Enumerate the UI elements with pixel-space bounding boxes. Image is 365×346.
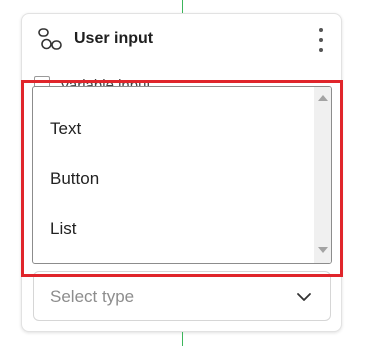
type-select[interactable]: Select type [33,271,331,321]
kebab-menu-icon[interactable] [317,28,325,52]
type-dropdown-list[interactable]: Text Button List [32,86,332,264]
card-title: User input [74,30,154,47]
dropdown-option-text[interactable]: Text [33,106,315,152]
card-header: User input [22,14,341,66]
user-input-icon [38,28,62,50]
chevron-down-icon [297,293,311,301]
dropdown-option-button[interactable]: Button [33,156,315,202]
dropdown-option-list[interactable]: List [33,206,315,252]
canvas: User input Variable input Select type Te… [0,0,365,346]
connector-line-bottom [182,332,183,346]
type-select-placeholder: Select type [50,287,135,306]
dropdown-scrollbar[interactable] [314,87,331,263]
connector-line-top [182,0,183,14]
scroll-down-arrow-icon[interactable] [318,247,328,253]
scroll-up-arrow-icon[interactable] [318,95,328,101]
